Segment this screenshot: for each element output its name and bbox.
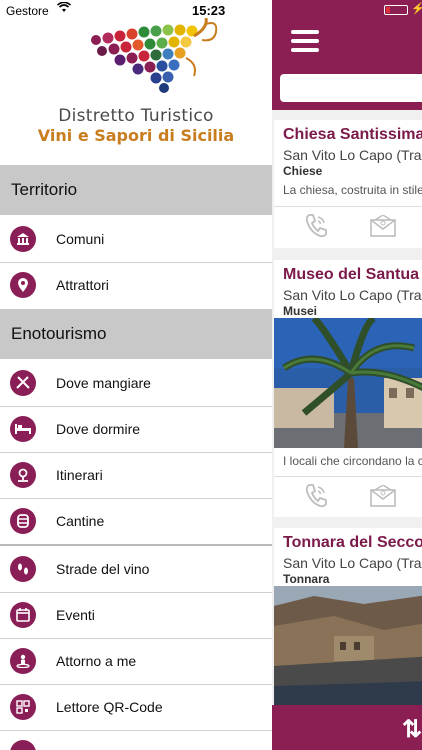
menu-item-eventi[interactable]: Eventi: [0, 592, 272, 638]
menu-item-lettore-qr-code[interactable]: Lettore QR-Code: [0, 684, 272, 730]
menu-item-comuni[interactable]: Comuni: [0, 216, 272, 262]
menu-item-partial[interactable]: [0, 730, 272, 750]
calendar-icon: [10, 602, 36, 628]
battery-icon: [384, 5, 408, 15]
route-icon: [10, 462, 36, 488]
card-title: Chiesa Santissima: [283, 126, 422, 143]
card-title: Museo del Santua: [283, 266, 420, 283]
menu-item-label: Attrattori: [56, 277, 109, 293]
menu-item-dove-dormire[interactable]: Dove dormire: [0, 406, 272, 452]
search-input[interactable]: [280, 74, 422, 102]
card-photo: [274, 318, 422, 448]
navigation-drawer: Distretto Turistico Vini e Sapori di Sic…: [0, 0, 272, 750]
bottom-bar: ⇅: [272, 705, 422, 750]
sort-icon[interactable]: ⇅: [402, 715, 422, 744]
card-location: San Vito Lo Capo (Tra: [283, 555, 422, 571]
card-category: Chiese: [283, 164, 323, 178]
menu-item-dove-mangiare[interactable]: Dove mangiare: [0, 360, 272, 406]
status-time: 15:23: [192, 3, 226, 18]
menu-item-label: Lettore QR-Code: [56, 699, 163, 715]
district-logo: Distretto Turistico Vini e Sapori di Sic…: [0, 0, 272, 165]
charging-icon: ⚡: [411, 3, 422, 15]
card-location: San Vito Lo Capo (Tra: [283, 287, 422, 303]
card-description: I locali che circondano la c: [283, 454, 422, 468]
menu-item-label: Dove dormire: [56, 421, 141, 437]
card-category: Tonnara: [283, 572, 330, 586]
hamburger-menu-icon[interactable]: [291, 30, 319, 54]
bed-icon: [10, 416, 36, 442]
logo-subtitle: Vini e Sapori di Sicilia: [37, 126, 235, 145]
section-header-enotourismo: Enotourismo: [0, 309, 272, 359]
menu-item-label: Cantine: [56, 513, 105, 529]
wifi-icon: [56, 1, 72, 16]
person-location-icon: [10, 648, 36, 674]
card-title: Tonnara del Secco: [283, 534, 422, 551]
barrel-icon: [10, 508, 36, 534]
card-photo: [274, 586, 422, 708]
logo-title: Distretto Turistico: [58, 106, 214, 126]
menu-item-itinerari[interactable]: Itinerari: [0, 452, 272, 498]
qr-code-icon: [10, 694, 36, 720]
card-location: San Vito Lo Capo (Tra: [283, 147, 422, 163]
menu-item-label: Comuni: [56, 231, 105, 247]
menu-item-label: Eventi: [56, 607, 95, 623]
map-pin-icon: [10, 272, 36, 298]
list-card[interactable]: Tonnara del Secco San Vito Lo Capo (Tra …: [274, 528, 422, 708]
section-header-territorio: Territorio: [0, 165, 272, 215]
phone-icon[interactable]: [304, 483, 330, 509]
footsteps-icon: [10, 556, 36, 582]
phone-icon[interactable]: [304, 213, 330, 239]
menu-icon: [10, 740, 36, 750]
menu-item-attrattori[interactable]: Attrattori: [0, 262, 272, 308]
card-actions: [274, 206, 422, 246]
menu-item-label: Strade del vino: [56, 561, 150, 577]
menu-item-label: Dove mangiare: [56, 375, 151, 391]
list-card[interactable]: Chiesa Santissima San Vito Lo Capo (Tra …: [274, 120, 422, 248]
menu-item-label: Itinerari: [56, 467, 103, 483]
menu-item-cantine[interactable]: Cantine: [0, 498, 272, 544]
card-description: La chiesa, costruita in stile: [283, 183, 422, 197]
card-category: Musei: [283, 304, 318, 318]
cutlery-icon: [10, 370, 36, 396]
list-card[interactable]: Museo del Santua San Vito Lo Capo (Tra M…: [274, 260, 422, 517]
menu-item-attorno-a-me[interactable]: Attorno a me: [0, 638, 272, 684]
main-content: Chiesa Santissima San Vito Lo Capo (Tra …: [272, 0, 422, 750]
carrier-label: Gestore: [6, 4, 49, 18]
status-bar: Gestore 15:23 ⚡: [0, 0, 422, 20]
building-icon: [10, 226, 36, 252]
card-actions: [274, 476, 422, 516]
email-icon[interactable]: [370, 484, 396, 507]
grape-cluster-icon: [91, 18, 218, 93]
menu-item-label: Attorno a me: [56, 653, 137, 669]
email-icon[interactable]: [370, 214, 396, 237]
menu-item-strade-del-vino[interactable]: Strade del vino: [0, 546, 272, 592]
